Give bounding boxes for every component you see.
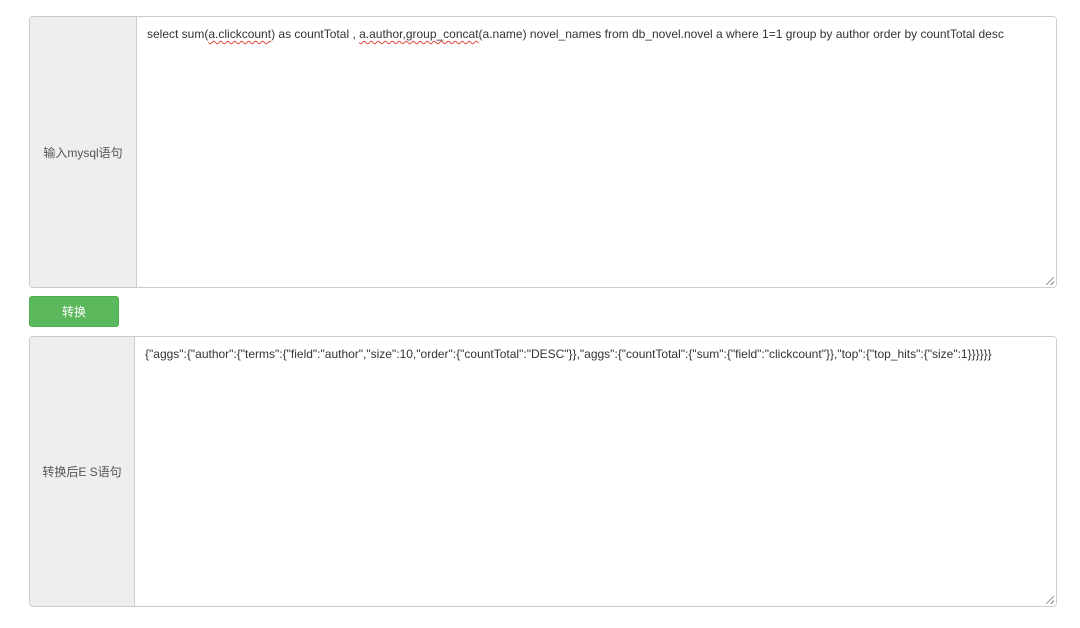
es-output-text: {"aggs":{"author":{"terms":{"field":"aut… — [145, 347, 992, 361]
sql-text-misspelled: a.author,group_concat — [359, 27, 479, 41]
resize-handle-icon[interactable] — [1046, 596, 1054, 604]
sql-text-part: (a.name) novel_names from db_novel.novel… — [478, 27, 1004, 41]
mysql-input-label: 输入mysql语句 — [30, 17, 137, 287]
sql-text-part: ) as countTotal , — [271, 27, 360, 41]
convert-button[interactable]: 转换 — [29, 296, 119, 327]
es-output-group: 转换后E S语句 {"aggs":{"author":{"terms":{"fi… — [29, 336, 1057, 607]
es-output-textarea[interactable]: {"aggs":{"author":{"terms":{"field":"aut… — [135, 337, 1056, 606]
sql-text-misspelled: a.clickcount — [208, 27, 272, 41]
resize-handle-icon[interactable] — [1046, 277, 1054, 285]
sql-to-es-converter: 输入mysql语句 select sum(a.clickcount) as co… — [0, 0, 1080, 628]
sql-text-part: select sum( — [147, 27, 209, 41]
mysql-input-group: 输入mysql语句 select sum(a.clickcount) as co… — [29, 16, 1057, 288]
es-output-label: 转换后E S语句 — [30, 337, 135, 606]
mysql-input-textarea[interactable]: select sum(a.clickcount) as countTotal ,… — [137, 17, 1056, 287]
